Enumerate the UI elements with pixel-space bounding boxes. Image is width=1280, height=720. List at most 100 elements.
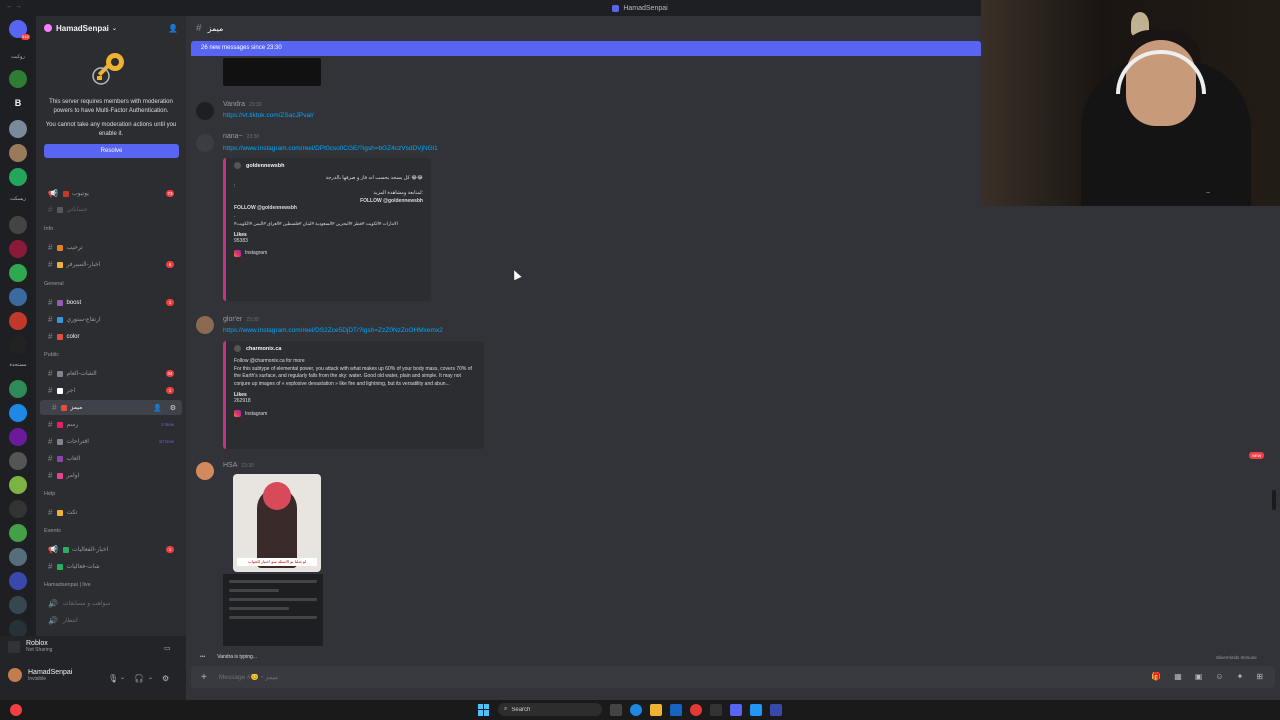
video-thumbnail[interactable] xyxy=(223,58,321,86)
channel-talents[interactable]: 🔊 سواهب و مسابقات xyxy=(36,596,182,611)
server-icon[interactable] xyxy=(9,144,27,162)
server-icon[interactable] xyxy=(9,524,27,542)
channel-boost[interactable]: # boost 1 xyxy=(36,295,182,310)
gift-icon[interactable]: 🎁 xyxy=(1151,672,1161,681)
channel-events-news[interactable]: 📢 اخبار-الفعاليات 1 xyxy=(36,542,182,557)
image-attachment[interactable]: لو شلنا بو الاسئلة سو اختيار للجواب xyxy=(233,474,321,572)
server-icon[interactable] xyxy=(9,264,27,282)
widgets-icon[interactable] xyxy=(10,704,22,716)
channel-reward[interactable]: # اجر 1 xyxy=(36,383,182,398)
screen-share-icon[interactable]: ▭ xyxy=(164,644,171,652)
user-info[interactable]: HamadSenpai Invisible xyxy=(8,668,72,682)
emoji-icon[interactable]: ☺ xyxy=(1215,672,1223,681)
direct-messages-icon[interactable]: 610 xyxy=(9,20,30,40)
chevron-down-icon[interactable]: ⌄ xyxy=(148,674,153,681)
avatar[interactable] xyxy=(196,134,214,152)
category-live[interactable]: Hamadsenpai | live xyxy=(44,582,91,588)
channel-events-chat[interactable]: # شات-فعاليات xyxy=(36,559,182,574)
add-attachment-icon[interactable]: + xyxy=(201,672,207,683)
server-icon[interactable] xyxy=(9,572,27,590)
channel-server-news[interactable]: # اخبار-السيرفر 6 xyxy=(36,257,182,272)
discord-icon[interactable] xyxy=(730,703,742,716)
gear-icon[interactable]: ⚙ xyxy=(162,674,169,683)
channel-suggestions[interactable]: # اقتراحات 10 New xyxy=(36,434,182,449)
server-letter-icon[interactable]: B xyxy=(9,94,27,112)
message-link[interactable]: https://www.instagram.com/reel/DPt0cso0C… xyxy=(223,145,438,152)
server-icon[interactable] xyxy=(9,380,27,398)
category-general[interactable]: General xyxy=(44,281,64,287)
embed-author[interactable]: goldennewsbh xyxy=(234,162,423,169)
app-icon[interactable] xyxy=(690,703,702,716)
server-icon[interactable] xyxy=(9,452,27,470)
channel-waiting[interactable]: 🔊 انتظار xyxy=(36,613,182,628)
server-icon[interactable] xyxy=(9,428,27,446)
channel-youtube[interactable]: 📢 يوتيوب 73 xyxy=(36,186,182,201)
search-input[interactable] xyxy=(511,706,572,713)
app-icon[interactable] xyxy=(710,703,722,716)
server-icon[interactable] xyxy=(9,70,27,88)
category-info[interactable]: Info xyxy=(44,226,53,232)
nav-arrows-icon[interactable]: ← → xyxy=(6,3,22,10)
message-author[interactable]: glor'er xyxy=(223,316,242,323)
server-icon[interactable] xyxy=(9,476,27,494)
category-events[interactable]: Events xyxy=(44,528,61,534)
steam-icon[interactable] xyxy=(670,703,682,716)
category-help[interactable]: Help xyxy=(44,491,55,497)
channel-ticket[interactable]: # تكت xyxy=(36,505,182,520)
message-link[interactable]: https://www.instagram.com/reel/DS2Zce5Dj… xyxy=(223,327,443,334)
message-author[interactable]: Vandra xyxy=(223,101,245,108)
headphones-icon[interactable]: 🎧 xyxy=(134,674,144,683)
gif-icon[interactable]: ▦ xyxy=(1174,672,1182,681)
new-messages-bar[interactable]: 26 new messages since 23:30 xyxy=(191,41,981,56)
apps-icon[interactable]: ✦ xyxy=(1237,672,1244,681)
channel-welcome[interactable]: # ترحيب xyxy=(36,240,182,255)
activities-icon[interactable]: ⊞ xyxy=(1256,672,1263,681)
sticker-icon[interactable]: ▣ xyxy=(1195,672,1203,681)
channel-color[interactable]: # color xyxy=(36,329,182,344)
category-public[interactable]: Public xyxy=(44,352,59,358)
server-icon[interactable] xyxy=(9,288,27,306)
server-icon[interactable] xyxy=(9,168,27,186)
channel-games[interactable]: # العاب xyxy=(36,451,182,466)
server-icon[interactable] xyxy=(9,120,27,138)
message-author[interactable]: nana~ xyxy=(223,133,243,140)
server-icon[interactable] xyxy=(9,596,27,614)
server-icon[interactable] xyxy=(9,312,27,330)
server-icon[interactable] xyxy=(9,240,27,258)
taskbar-search[interactable]: ⌕ xyxy=(498,703,602,716)
app-icon[interactable] xyxy=(770,703,782,716)
resolve-button[interactable]: Resolve xyxy=(44,144,179,158)
windows-start-icon[interactable] xyxy=(478,703,490,716)
channel-drawing[interactable]: # رسم 2 New xyxy=(36,417,182,432)
file-explorer-icon[interactable] xyxy=(650,703,662,716)
embed-author[interactable]: charmonix.ca xyxy=(234,345,476,352)
avatar[interactable] xyxy=(196,462,214,480)
server-icon[interactable] xyxy=(9,548,27,566)
channel-level-up[interactable]: # ارتفاع-ستوري xyxy=(36,312,182,327)
activity-status[interactable]: Roblox Not Sharing xyxy=(8,640,52,653)
scrollbar-thumb[interactable] xyxy=(1272,490,1276,510)
server-icon[interactable] xyxy=(9,500,27,518)
task-view-icon[interactable] xyxy=(610,703,622,716)
message-link[interactable]: https://vt.tiktok.com/ZSacJPvaI/ xyxy=(223,112,314,119)
server-icon[interactable] xyxy=(9,336,27,354)
image-attachment[interactable] xyxy=(223,574,323,646)
add-member-icon[interactable]: 👤 xyxy=(153,404,162,412)
channel-commands[interactable]: # اوامر xyxy=(36,468,182,483)
server-icon[interactable] xyxy=(9,216,27,234)
microphone-icon[interactable]: 🎙 xyxy=(108,674,118,683)
server-icon[interactable] xyxy=(9,404,27,422)
avatar[interactable] xyxy=(196,102,214,120)
message-author[interactable]: HSA xyxy=(223,462,237,469)
app-icon[interactable] xyxy=(750,703,762,716)
server-header[interactable]: HamadSenpai ⌄ 👤 xyxy=(36,16,186,40)
avatar[interactable] xyxy=(196,316,214,334)
edge-icon[interactable] xyxy=(630,703,642,716)
channel-accounts[interactable]: # حساباتي xyxy=(36,202,182,217)
invite-member-icon[interactable]: 👤 xyxy=(168,24,178,33)
gear-icon[interactable]: ⚙ xyxy=(170,404,176,412)
chevron-down-icon[interactable]: ⌄ xyxy=(120,674,125,681)
message-input[interactable] xyxy=(218,673,819,681)
channel-general-chat[interactable]: # الشات-العام 34 xyxy=(36,366,182,381)
channel-memes[interactable]: # ميمز 👤 ⚙ xyxy=(40,400,182,415)
